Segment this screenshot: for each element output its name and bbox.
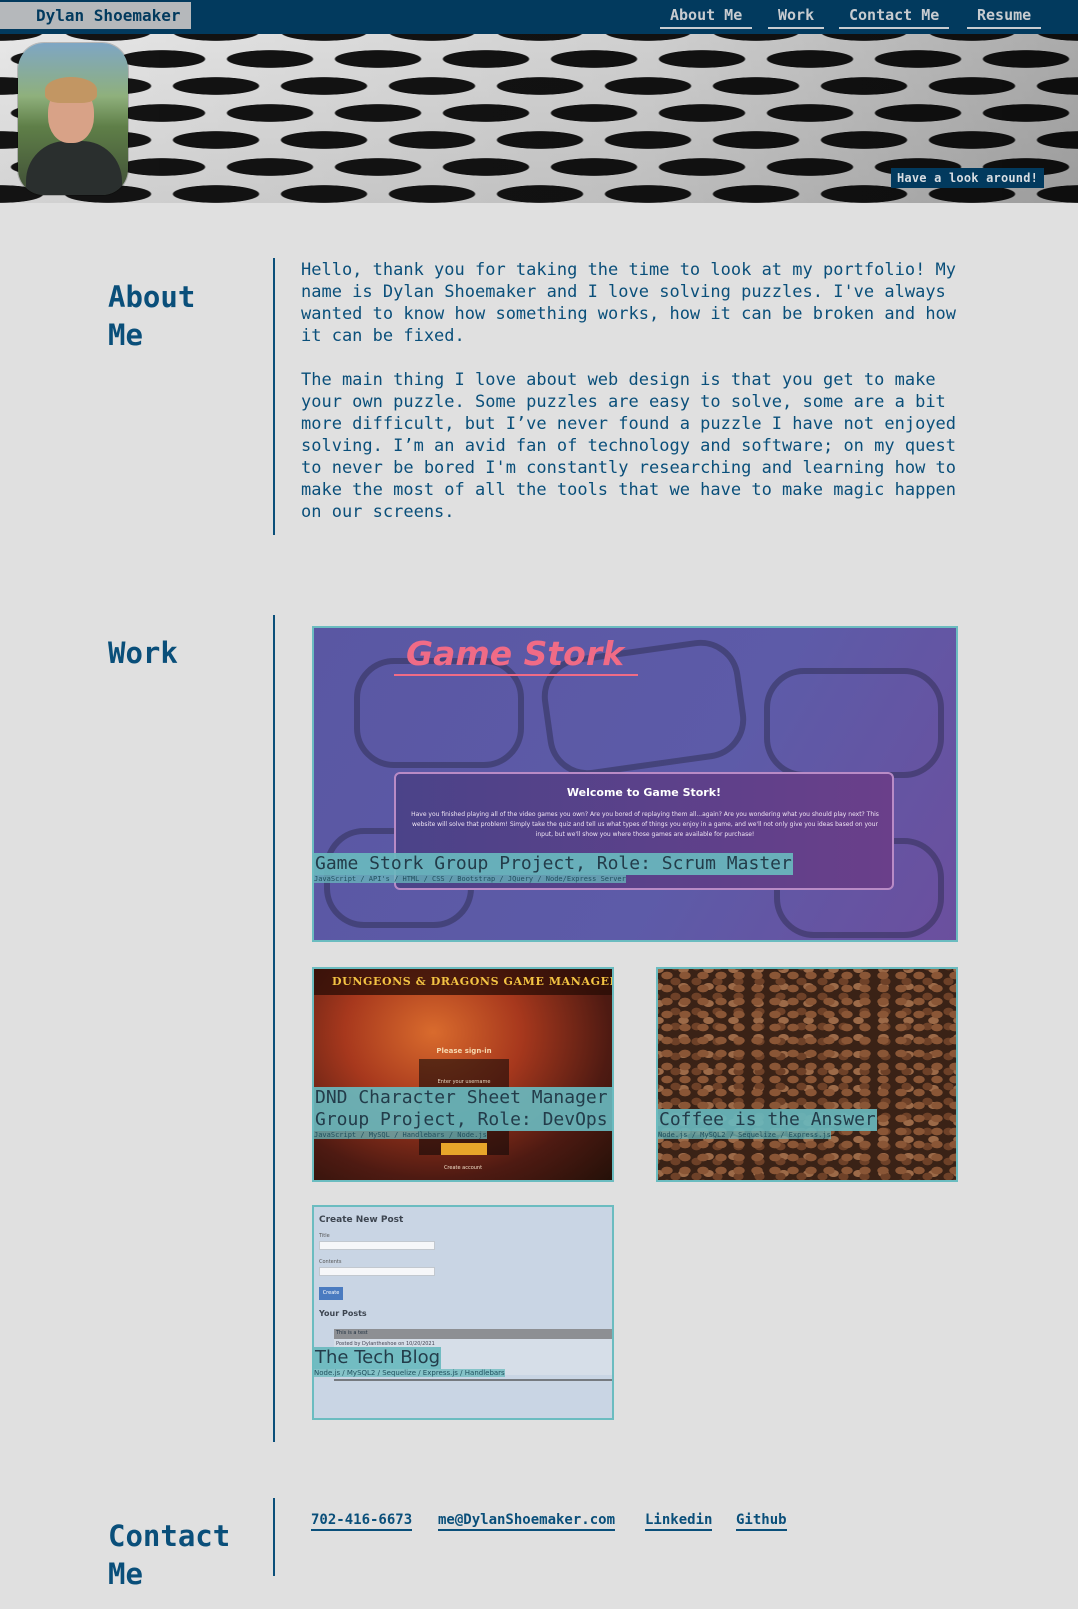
nav-work[interactable]: Work <box>768 5 825 29</box>
about-paragraph-2: The main thing I love about web design i… <box>301 370 957 522</box>
game-stork-welcome-text: Have you finished playing all of the vid… <box>411 811 879 838</box>
project-card-dnd[interactable]: DUNGEONS & DRAGONS GAME MANAGER Please s… <box>312 967 614 1182</box>
avatar-hair <box>45 77 97 103</box>
contact-title-line1: Contact <box>108 1519 231 1553</box>
about-title-line1: About <box>108 280 196 314</box>
game-stork-underline <box>394 674 638 676</box>
dnd-create-account: Create account <box>443 1165 483 1171</box>
about-divider <box>273 258 275 535</box>
contact-title-line2: Me <box>108 1557 143 1591</box>
contact-divider <box>273 1498 275 1576</box>
nav-contact-me[interactable]: Contact Me <box>839 5 950 29</box>
contact-linkedin-link[interactable]: Linkedin <box>645 1511 713 1531</box>
project-card-game-stork[interactable]: Game Stork Welcome to Game Stork! Have y… <box>312 626 958 942</box>
about-paragraph-1: Hello, thank you for taking the time to … <box>301 260 957 346</box>
game-stork-logo: Game Stork <box>406 634 625 673</box>
tech-blog-contents-label: Contents <box>319 1259 342 1265</box>
dnd-signin-label: Please sign-in <box>436 1047 492 1055</box>
brand-name[interactable]: Dylan Shoemaker <box>0 2 191 29</box>
tech-blog-title-input <box>319 1241 435 1250</box>
dnd-header: DUNGEONS & DRAGONS GAME MANAGER <box>314 969 612 995</box>
tech-blog-title-label: Title <box>319 1233 330 1239</box>
tech-blog-post-title: This is a test <box>336 1330 368 1336</box>
controller-shape <box>764 668 944 778</box>
project-label: Coffee is the Answer <box>658 1109 877 1131</box>
tech-blog-create-button: Create <box>319 1287 343 1300</box>
contact-email-link[interactable]: me@DylanShoemaker.com <box>438 1511 616 1531</box>
project-card-coffee[interactable]: Coffee is the Answer Node.js / MySQL2 / … <box>656 967 958 1182</box>
project-tech: JavaScript / API's / HTML / CSS / Bootst… <box>314 875 626 883</box>
project-tech: JavaScript / MySQL / Handlebars / Node.j… <box>314 1131 487 1139</box>
hero-banner: Have a look around! <box>0 34 1078 203</box>
work-divider <box>273 615 275 1442</box>
about-title-line2: Me <box>108 318 143 352</box>
nav-resume[interactable]: Resume <box>967 5 1042 29</box>
navbar: Dylan Shoemaker About Me Work Contact Me… <box>0 0 1078 34</box>
dnd-login-button <box>441 1143 487 1155</box>
hero-tagline: Have a look around! <box>891 168 1045 188</box>
avatar <box>18 43 128 195</box>
nav-about-me[interactable]: About Me <box>660 5 753 29</box>
game-stork-welcome-title: Welcome to Game Stork! <box>566 786 722 799</box>
project-card-tech-blog[interactable]: Create New Post Title Contents Create Yo… <box>312 1205 614 1420</box>
about-title: About Me <box>108 278 195 354</box>
tech-blog-post-divider <box>334 1379 612 1381</box>
project-label: Game Stork Group Project, Role: Scrum Ma… <box>314 853 793 875</box>
contact-phone-link[interactable]: 702-416-6673 <box>311 1511 413 1531</box>
project-label: DND Character Sheet Manager Group Projec… <box>314 1087 612 1131</box>
contact-title: Contact Me <box>108 1517 230 1593</box>
avatar-body <box>26 141 122 195</box>
project-label: The Tech Blog <box>314 1347 442 1369</box>
work-title: Work <box>108 636 178 670</box>
contact-github-link[interactable]: Github <box>736 1511 787 1531</box>
dnd-username-label: Enter your username <box>437 1079 491 1085</box>
tech-blog-heading: Create New Post <box>319 1215 404 1225</box>
about-text: Hello, thank you for taking the time to … <box>301 259 971 545</box>
project-tech: Node.js / MySQL2 / Sequelize / Express.j… <box>314 1369 505 1377</box>
tech-blog-contents-input <box>319 1267 435 1276</box>
project-tech: Node.js / MySQL2 / Sequelize / Express.j… <box>658 1131 831 1139</box>
tech-blog-your-posts: Your Posts <box>319 1309 367 1318</box>
